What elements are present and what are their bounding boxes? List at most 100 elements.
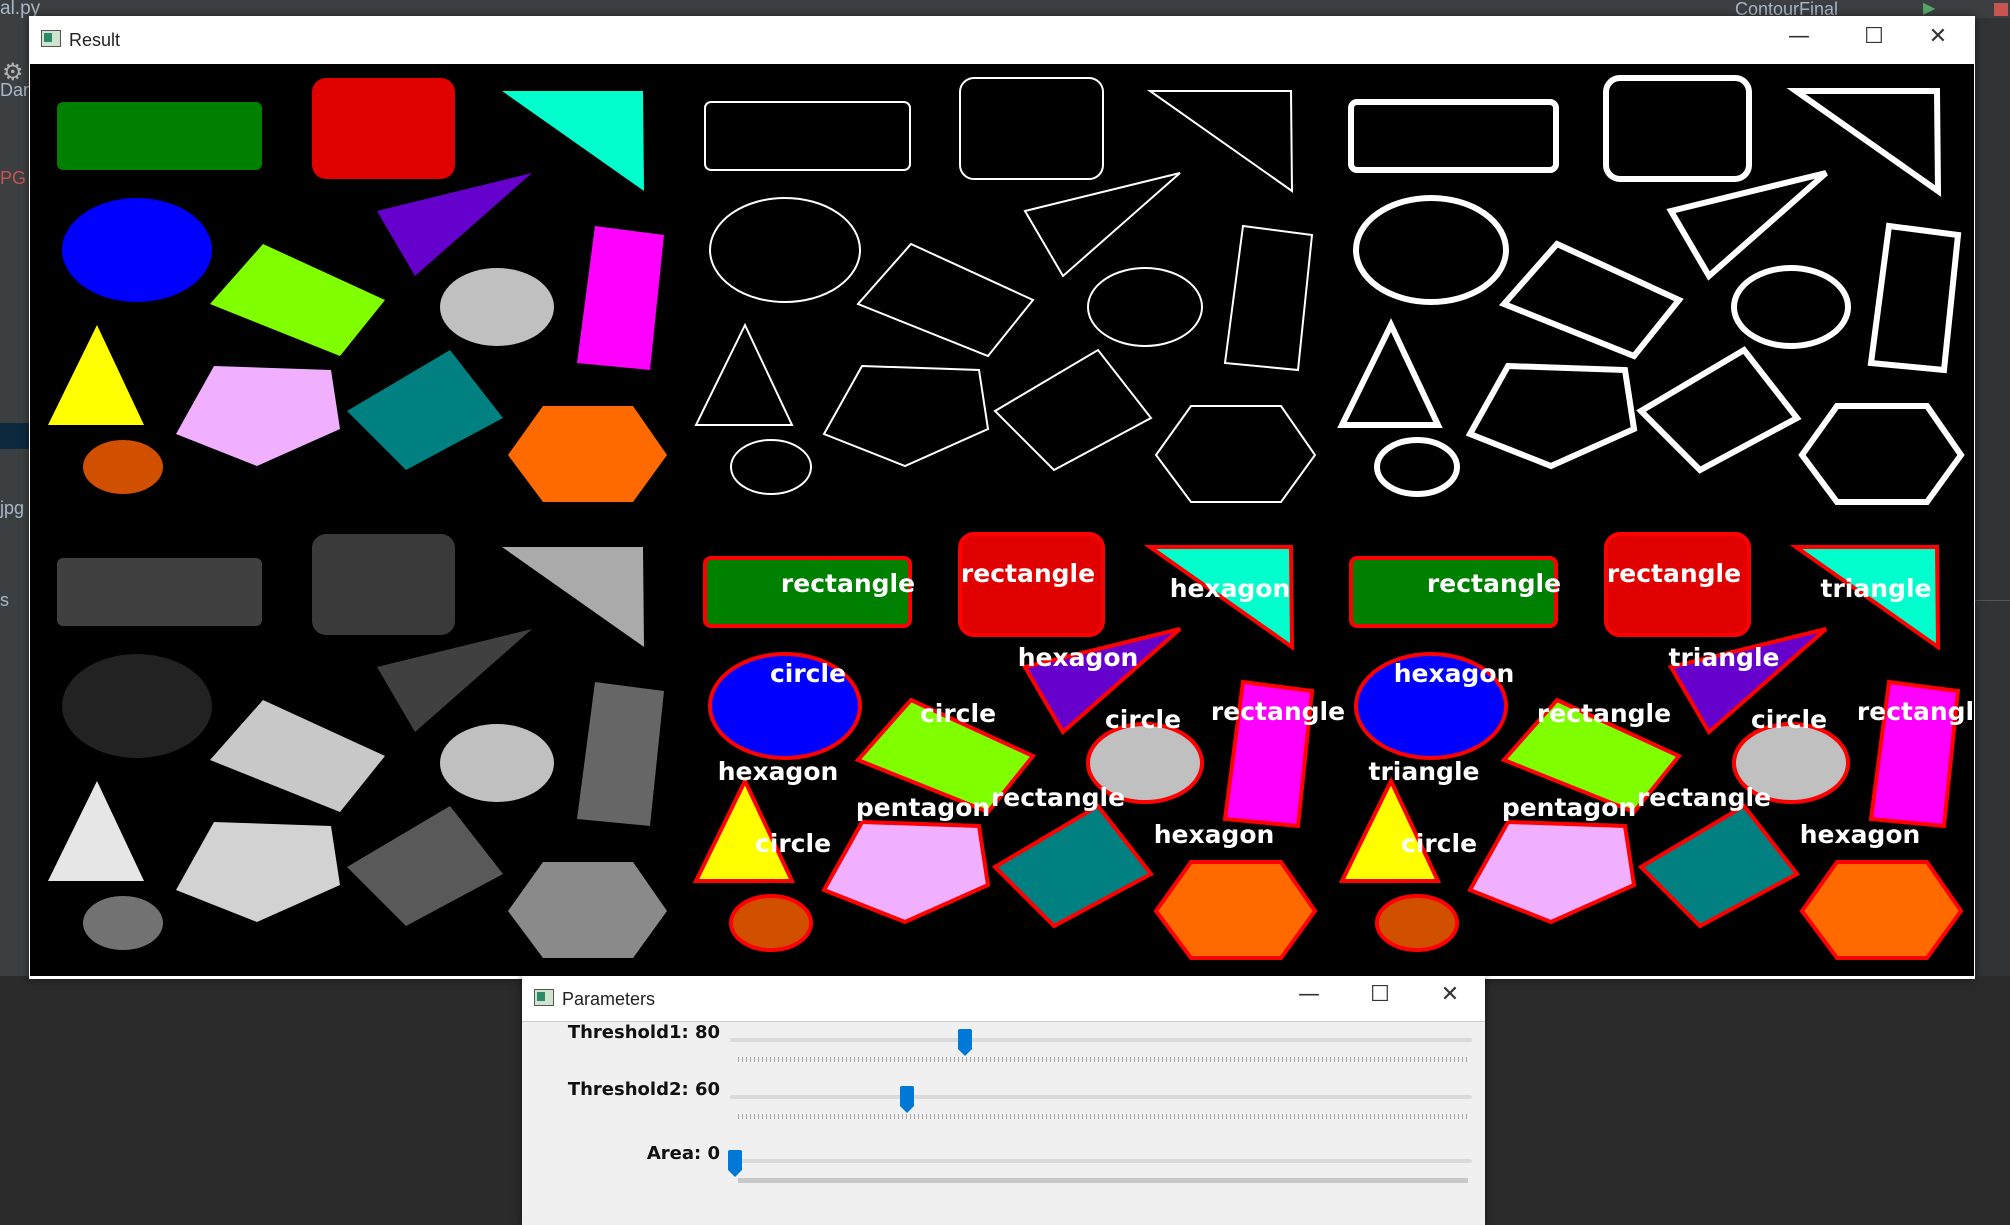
shape-label: rectangle <box>1537 699 1671 728</box>
project-item[interactable]: PG <box>0 168 26 189</box>
shape-label: hexagon <box>1170 574 1291 603</box>
close-button[interactable]: ✕ <box>1425 982 1475 1007</box>
params-title: Parameters <box>562 989 656 1009</box>
contour-image-b: rectangle rectangle triangle hexagon triangl… <box>1338 532 1974 960</box>
shape-label: rectangle <box>1607 559 1741 588</box>
shape-label: rectangle <box>781 569 915 598</box>
shape-triangle <box>377 629 532 732</box>
shape-rectangle <box>1867 222 1962 374</box>
params-body: Threshold1: 80 Threshold2: 60 Area: 0 <box>522 1022 1485 1225</box>
maximize-button[interactable]: ☐ <box>1355 982 1405 1007</box>
shape-triangle <box>1666 170 1828 281</box>
threshold2-label: Threshold2: 60 <box>567 1079 720 1100</box>
shape-rounded-rectangle <box>312 534 455 635</box>
shape-hexagon <box>1799 860 1964 960</box>
shape-triangle <box>1023 172 1181 278</box>
minimize-button[interactable]: — <box>1284 982 1334 1007</box>
project-item[interactable]: s <box>0 590 9 611</box>
shape-triangle <box>377 173 532 276</box>
shape-rectangle <box>704 101 911 171</box>
shape-ellipse <box>62 198 212 302</box>
shape-label: circle <box>1105 705 1181 734</box>
shape-rectangle <box>577 682 664 826</box>
dilated-image <box>1337 75 1965 505</box>
minimize-button[interactable]: — <box>1774 24 1824 49</box>
shape-ellipse <box>440 724 554 802</box>
shape-triangle <box>1337 318 1443 428</box>
shape-pentagon <box>1465 362 1638 470</box>
shape-hexagon <box>1154 405 1317 503</box>
result-title: Result <box>69 30 121 50</box>
shape-triangle <box>694 322 794 426</box>
shape-label: pentagon <box>856 793 990 822</box>
threshold2-ticks <box>738 1114 1468 1119</box>
shape-label: circle <box>755 829 831 858</box>
shape-label: circle <box>1751 705 1827 734</box>
threshold1-slider[interactable] <box>730 1038 1472 1042</box>
shape-diamond <box>993 348 1153 472</box>
area-slider[interactable] <box>730 1159 1472 1163</box>
shape-label: rectangle <box>1211 697 1345 726</box>
shape-ellipse <box>709 197 861 303</box>
shape-rounded-rectangle <box>312 78 455 179</box>
shape-label: hexagon <box>1154 820 1275 849</box>
shape-label: circle <box>920 699 996 728</box>
run-icon[interactable]: ▶ <box>1923 1 1935 17</box>
shape-ellipse <box>1731 265 1851 349</box>
threshold1-ticks <box>738 1057 1468 1062</box>
shape-label: rectangle <box>961 559 1095 588</box>
ide-divider <box>1975 600 2010 601</box>
threshold1-thumb[interactable] <box>957 1029 972 1056</box>
shape-label: pentagon <box>1502 793 1636 822</box>
image-stack: rectangle rectangle hexagon circle hexagon ci… <box>48 75 1974 960</box>
shape-diamond <box>347 806 503 926</box>
shape-parallelogram <box>210 700 385 812</box>
shape-parallelogram <box>856 242 1035 358</box>
shape-label: rectangle <box>1857 697 1974 726</box>
threshold1-label: Threshold1: 80 <box>567 1022 720 1043</box>
area-ticks <box>738 1178 1468 1183</box>
stop-icon[interactable] <box>1994 3 2008 16</box>
shape-hexagon <box>1798 403 1965 505</box>
result-window: Result — ☐ ✕ rectangle rectangle hexagon… <box>29 16 1975 979</box>
shape-pentagon <box>822 364 990 468</box>
shape-ellipse <box>62 654 212 758</box>
shape-parallelogram <box>210 244 385 356</box>
shape-rounded-rectangle <box>959 77 1104 180</box>
shape-label: hexagon <box>1394 659 1515 688</box>
shape-diamond <box>1637 803 1801 929</box>
shape-label: circle <box>1401 829 1477 858</box>
shape-triangle <box>48 781 144 881</box>
parameters-window: Parameters — ☐ ✕ Threshold1: 80 Threshol… <box>522 976 1485 1225</box>
project-item[interactable]: jpg <box>0 498 24 519</box>
shape-ellipse <box>440 268 554 346</box>
shape-rectangle <box>577 226 664 370</box>
shape-triangle <box>48 325 144 425</box>
shape-circle <box>83 440 163 494</box>
shape-label: rectangle <box>1637 783 1771 812</box>
shape-circle <box>730 439 812 495</box>
threshold2-slider[interactable] <box>730 1095 1472 1099</box>
shape-diamond <box>347 350 503 470</box>
shape-label: triangle <box>1669 643 1780 672</box>
shape-label: triangle <box>1369 757 1480 786</box>
shape-pentagon <box>176 366 340 466</box>
shape-rectangle <box>57 102 262 170</box>
shape-pentagon <box>821 819 991 925</box>
shape-parallelogram <box>1498 240 1684 360</box>
area-label: Area: 0 <box>646 1143 720 1164</box>
area-thumb[interactable] <box>728 1150 742 1177</box>
shape-label: circle <box>770 659 846 688</box>
params-titlebar[interactable]: Parameters — ☐ ✕ <box>522 976 1485 1022</box>
shape-circle <box>83 896 163 950</box>
original-image <box>48 78 667 502</box>
project-selection <box>0 423 30 449</box>
shape-label: hexagon <box>1800 820 1921 849</box>
shape-ellipse <box>1087 267 1203 347</box>
shape-pentagon <box>176 822 340 922</box>
threshold2-thumb[interactable] <box>899 1086 914 1113</box>
close-button[interactable]: ✕ <box>1913 24 1963 49</box>
maximize-button[interactable]: ☐ <box>1849 24 1899 49</box>
result-titlebar[interactable]: Result — ☐ ✕ <box>29 16 1975 64</box>
app-icon <box>41 30 61 47</box>
